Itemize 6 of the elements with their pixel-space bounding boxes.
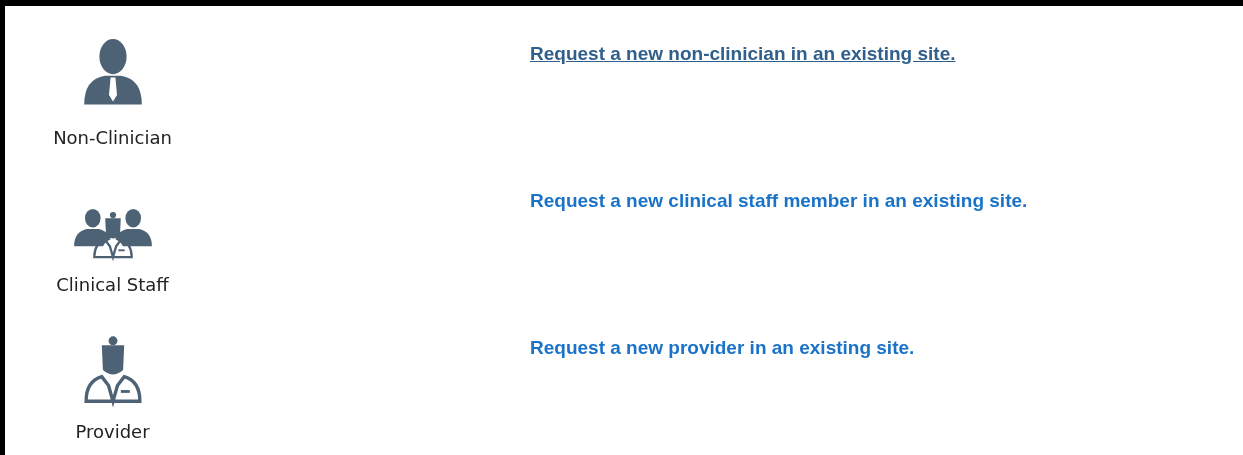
option-label: Non-Clinician — [53, 126, 172, 150]
request-link[interactable]: Request a new provider in an existing site. — [530, 334, 915, 363]
option-label: Clinical Staff — [56, 273, 169, 297]
request-link[interactable]: Request a new clinical staff member in an existing site. — [530, 187, 1028, 216]
option-label: Provider — [75, 420, 150, 444]
request-link[interactable]: Request a new non-clinician in an existing site. — [530, 40, 956, 69]
